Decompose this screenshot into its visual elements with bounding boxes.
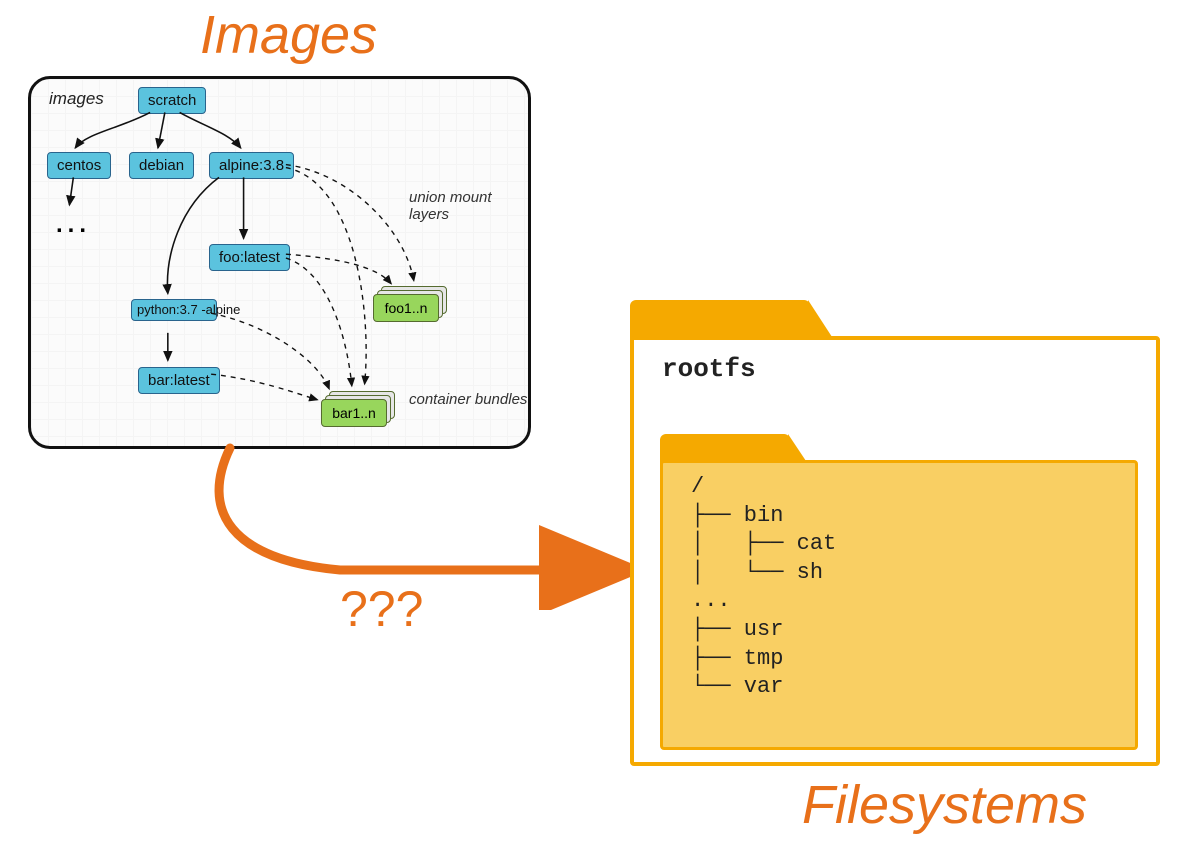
images-panel-label: images bbox=[49, 89, 104, 109]
bundle-bar-label: bar1..n bbox=[321, 399, 387, 427]
folder-outer-body: rootfs / ├── bin │ ├── cat │ └── sh ... … bbox=[630, 336, 1160, 766]
node-debian: debian bbox=[129, 152, 194, 179]
bundle-foo: foo1..n bbox=[373, 294, 437, 324]
rootfs-label: rootfs bbox=[662, 354, 756, 384]
node-alpine: alpine:3.8 bbox=[209, 152, 294, 179]
node-foo-latest: foo:latest bbox=[209, 244, 290, 271]
node-scratch: scratch bbox=[138, 87, 206, 114]
folder-tab-icon bbox=[630, 300, 810, 340]
bundle-bar: bar1..n bbox=[321, 399, 385, 429]
rootfs-folder: rootfs / ├── bin │ ├── cat │ └── sh ... … bbox=[630, 300, 1160, 770]
heading-images: Images bbox=[200, 4, 377, 66]
node-python-alpine: python:3.7 -alpine bbox=[131, 299, 217, 321]
node-centos: centos bbox=[47, 152, 111, 179]
annot-container-bundles: container bundles bbox=[409, 391, 527, 408]
ellipsis-icon: ... bbox=[56, 211, 91, 239]
diagram-canvas: Images Filesystems ??? images scratch ce… bbox=[0, 0, 1200, 845]
filesystem-tree: / ├── bin │ ├── cat │ └── sh ... ├── usr… bbox=[691, 473, 836, 702]
heading-filesystems: Filesystems bbox=[802, 774, 1087, 836]
bundle-foo-label: foo1..n bbox=[373, 294, 439, 322]
transform-arrow-icon bbox=[170, 440, 690, 610]
annot-union-mount: union mount layers bbox=[409, 189, 528, 224]
node-bar-latest: bar:latest bbox=[138, 367, 220, 394]
folder-inner-body: / ├── bin │ ├── cat │ └── sh ... ├── usr… bbox=[660, 460, 1138, 750]
images-panel: images scratch centos debian alpine:3.8 … bbox=[28, 76, 531, 449]
